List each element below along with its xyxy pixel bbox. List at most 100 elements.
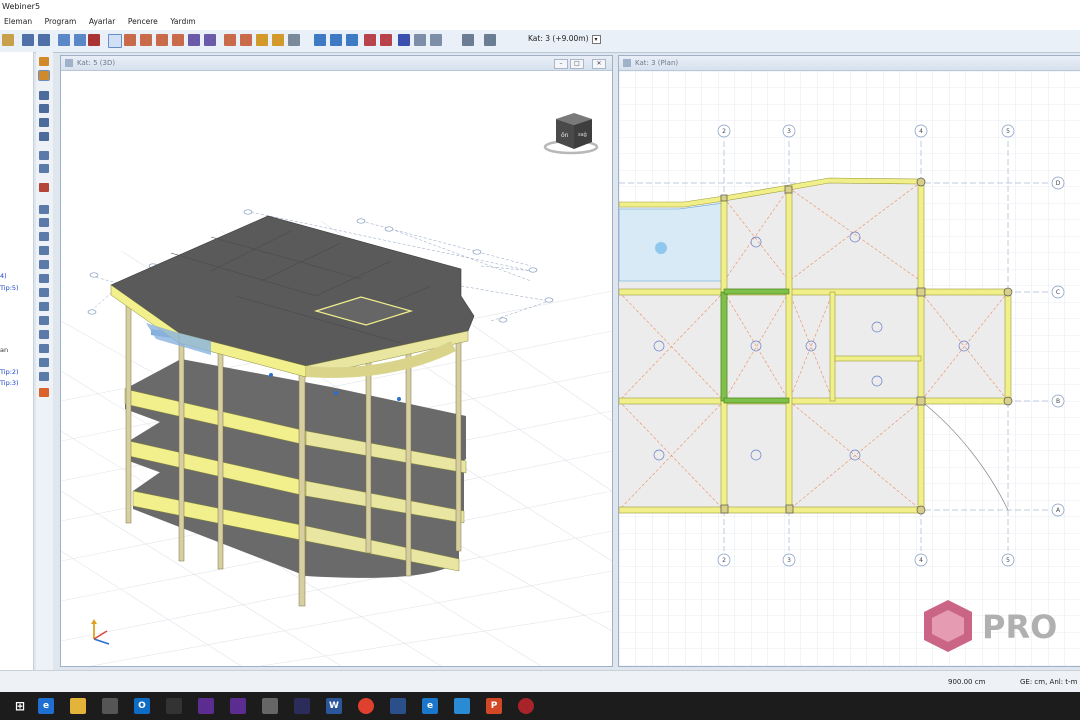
menu-program[interactable]: Program bbox=[41, 15, 83, 26]
edge-icon[interactable]: e bbox=[38, 698, 54, 714]
menu-ayarlar[interactable]: Ayarlar bbox=[85, 15, 122, 26]
tree-label[interactable]: an bbox=[0, 346, 8, 354]
zoom-window-icon[interactable] bbox=[39, 118, 49, 127]
undo-icon[interactable] bbox=[22, 34, 34, 46]
column-icon[interactable] bbox=[140, 34, 152, 46]
visual-studio-icon[interactable] bbox=[230, 698, 246, 714]
word-icon[interactable]: W bbox=[326, 698, 342, 714]
app-title: Webiner5 bbox=[2, 2, 41, 11]
window-icon bbox=[623, 59, 631, 67]
pan-icon[interactable] bbox=[39, 151, 49, 160]
slab-icon[interactable] bbox=[188, 34, 200, 46]
internet-explorer-icon[interactable]: e bbox=[422, 698, 438, 714]
app-icon[interactable] bbox=[390, 698, 406, 714]
3d-view-pane[interactable]: Kat: 5 (3D) – □ ✕ ön sağ bbox=[60, 55, 613, 667]
view-cube-front: ön bbox=[561, 132, 569, 139]
terrain-icon[interactable] bbox=[314, 34, 326, 46]
pointer-icon[interactable] bbox=[108, 34, 122, 48]
section-cut-icon[interactable] bbox=[39, 183, 49, 192]
plan-view-pane[interactable]: Kat: 3 (Plan) 2 3 4 5 2 3 4 5 D C B A bbox=[618, 55, 1080, 667]
draw-line-icon[interactable] bbox=[124, 34, 136, 46]
orbit-icon[interactable] bbox=[39, 164, 49, 173]
chevron-down-icon[interactable]: ▾ bbox=[591, 35, 601, 44]
section-icon[interactable] bbox=[330, 34, 342, 46]
footing-icon[interactable] bbox=[204, 34, 216, 46]
menu-eleman[interactable]: Eleman bbox=[0, 15, 38, 26]
plan-canvas[interactable]: 2 3 4 5 2 3 4 5 D C B A bbox=[619, 71, 1080, 666]
axis-label-x: 2 bbox=[722, 557, 726, 564]
floor-label: Kat: 3 (+9.00m) bbox=[528, 34, 589, 43]
maximize-button[interactable]: □ bbox=[570, 59, 584, 69]
floor-icon[interactable] bbox=[39, 302, 49, 311]
start-icon[interactable]: ⊞ bbox=[12, 698, 28, 714]
pencil-icon[interactable] bbox=[39, 57, 49, 66]
floor-icon[interactable] bbox=[39, 274, 49, 283]
floor-selector[interactable]: Kat: 3 (+9.00m) ▾ bbox=[528, 34, 601, 44]
tree-label[interactable]: Tip:5) bbox=[0, 284, 19, 292]
menu-yardim[interactable]: Yardım bbox=[166, 15, 201, 26]
tree-label[interactable]: Tip:3) bbox=[0, 379, 19, 387]
redo-icon[interactable] bbox=[38, 34, 50, 46]
outlook-icon[interactable]: O bbox=[134, 698, 150, 714]
edit-icon[interactable] bbox=[38, 70, 50, 81]
floor-up-icon[interactable] bbox=[39, 205, 49, 214]
chrome-icon[interactable] bbox=[358, 698, 374, 714]
floor-icon[interactable] bbox=[39, 344, 49, 353]
report-icon[interactable] bbox=[414, 34, 426, 46]
app-icon[interactable] bbox=[454, 698, 470, 714]
view-cube-right: sağ bbox=[578, 131, 587, 138]
floor-icon[interactable] bbox=[39, 330, 49, 339]
align-icon[interactable] bbox=[484, 34, 496, 46]
tree-label[interactable]: Tip:2) bbox=[0, 368, 19, 376]
zoom-out-icon[interactable] bbox=[39, 104, 49, 113]
zoom-in-icon[interactable] bbox=[39, 91, 49, 100]
calculator-icon[interactable] bbox=[262, 698, 278, 714]
visual-studio-icon[interactable] bbox=[198, 698, 214, 714]
axis-label-y: D bbox=[1056, 180, 1061, 187]
close-button[interactable]: ✕ bbox=[592, 59, 606, 69]
move-icon[interactable] bbox=[58, 34, 70, 46]
wall-icon[interactable] bbox=[172, 34, 184, 46]
stair-icon[interactable] bbox=[224, 34, 236, 46]
units-readout: GE: cm, Anl: t-m bbox=[1020, 678, 1078, 686]
settings-icon[interactable] bbox=[39, 388, 49, 397]
render-options-icon[interactable] bbox=[380, 34, 392, 46]
floor-icon[interactable] bbox=[39, 260, 49, 269]
store-icon[interactable] bbox=[102, 698, 118, 714]
floor-icon[interactable] bbox=[39, 288, 49, 297]
delete-icon[interactable] bbox=[88, 34, 100, 46]
axis-label-x: 3 bbox=[787, 128, 791, 135]
render-icon[interactable] bbox=[364, 34, 376, 46]
select-icon[interactable] bbox=[74, 34, 86, 46]
floor-icon[interactable] bbox=[39, 246, 49, 255]
app-icon[interactable] bbox=[518, 698, 534, 714]
floor-icon[interactable] bbox=[39, 372, 49, 381]
zoom-all-icon[interactable] bbox=[39, 132, 49, 141]
pane-title: Kat: 5 (3D) bbox=[77, 59, 116, 67]
measure-icon[interactable] bbox=[288, 34, 300, 46]
load-icon[interactable] bbox=[256, 34, 268, 46]
pane-header: Kat: 3 (Plan) bbox=[619, 56, 1080, 71]
powerpoint-icon[interactable]: P bbox=[486, 698, 502, 714]
app-icon[interactable] bbox=[294, 698, 310, 714]
table-icon[interactable] bbox=[430, 34, 442, 46]
opening-icon[interactable] bbox=[240, 34, 252, 46]
floor-icon[interactable] bbox=[39, 358, 49, 367]
floor-down-icon[interactable] bbox=[39, 218, 49, 227]
axis-icon[interactable] bbox=[272, 34, 284, 46]
open-icon[interactable] bbox=[2, 34, 14, 46]
file-explorer-icon[interactable] bbox=[70, 698, 86, 714]
3d-canvas[interactable]: ön sağ bbox=[61, 71, 612, 666]
analysis-icon[interactable] bbox=[398, 34, 410, 46]
layers-icon[interactable] bbox=[462, 34, 474, 46]
minimize-button[interactable]: – bbox=[554, 59, 568, 69]
app-icon[interactable] bbox=[166, 698, 182, 714]
stair-slab bbox=[619, 202, 725, 282]
floor-icon[interactable] bbox=[39, 316, 49, 325]
floor-copy-icon[interactable] bbox=[39, 232, 49, 241]
watermark-text: PRO bbox=[982, 608, 1057, 646]
beam-icon[interactable] bbox=[156, 34, 168, 46]
elevation-icon[interactable] bbox=[346, 34, 358, 46]
tree-label[interactable]: 4) bbox=[0, 272, 7, 280]
menu-pencere[interactable]: Pencere bbox=[124, 15, 164, 26]
